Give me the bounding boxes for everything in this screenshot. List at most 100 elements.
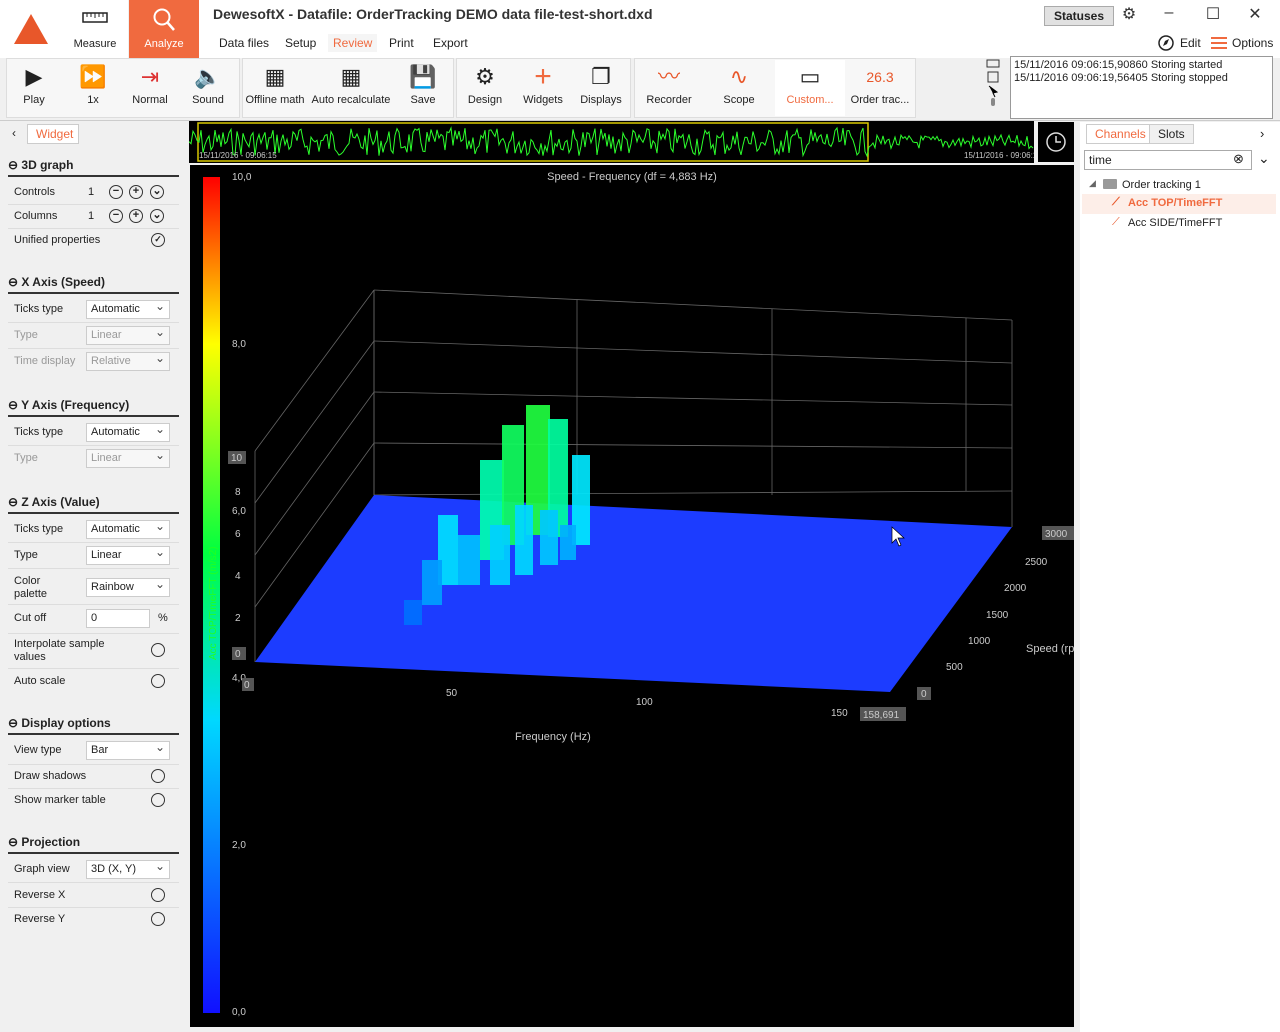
columns-dropdown-button[interactable]: ⌄: [150, 209, 164, 223]
clock-button[interactable]: [1038, 122, 1074, 162]
recorder-button[interactable]: 〰 Recorder: [638, 60, 700, 116]
controls-minus-button[interactable]: −: [109, 185, 123, 199]
offline-math-button[interactable]: ▦ Offline math: [244, 60, 306, 116]
maximize-icon[interactable]: ☐: [1201, 4, 1225, 24]
dewesoft-logo[interactable]: [0, 0, 62, 58]
tab-slots[interactable]: Slots: [1149, 124, 1194, 144]
gear-icon[interactable]: ⚙: [1117, 4, 1141, 24]
controls-plus-button[interactable]: +: [129, 185, 143, 199]
speed-button[interactable]: ⏩ 1x: [66, 60, 120, 116]
z-tick: 10: [231, 453, 243, 464]
controls-dropdown-button[interactable]: ⌄: [150, 185, 164, 199]
tab-channels[interactable]: Channels: [1086, 124, 1155, 144]
columns-value: 1: [88, 210, 95, 222]
color-palette-select[interactable]: Rainbow: [86, 577, 170, 597]
collapse-icon: ⊖: [8, 275, 22, 289]
menu-print[interactable]: Print: [384, 34, 419, 52]
close-icon[interactable]: ✕: [1243, 4, 1267, 24]
divider: [8, 882, 179, 883]
tree-item-acc-top[interactable]: ⟋ Acc TOP/TimeFFT: [1082, 194, 1276, 214]
x-tick: 50: [446, 688, 458, 699]
divider: [8, 228, 179, 229]
custom-display-button[interactable]: ▭ Custom...: [775, 60, 845, 116]
play-icon: ▶: [25, 64, 43, 89]
auto-recalculate-button[interactable]: ▦ Auto recalculate: [310, 60, 392, 116]
sound-button[interactable]: 🔈 Sound: [182, 60, 234, 116]
divider: [8, 604, 179, 605]
time-overview[interactable]: 15/11/2016 - 09:06:15 15/11/2016 - 09:06…: [188, 121, 1042, 163]
graph-view-select[interactable]: 3D (X, Y): [86, 859, 170, 879]
collapse-chevron-icon[interactable]: ‹: [12, 126, 16, 140]
play-button[interactable]: ▶ Play: [8, 60, 60, 116]
z-ticks-type-select[interactable]: Automatic: [86, 519, 170, 539]
x-tick: 150: [831, 708, 848, 719]
columns-plus-button[interactable]: +: [129, 209, 143, 223]
section-projection[interactable]: ⊖ Projection: [8, 835, 179, 854]
widget-tab[interactable]: Widget: [27, 124, 79, 144]
order-tracking-button[interactable]: 26.3 Order trac...: [847, 60, 913, 116]
cutoff-input[interactable]: 0: [86, 609, 150, 628]
terminal-icon: ▭: [799, 64, 821, 89]
section-display-options[interactable]: ⊖ Display options: [8, 716, 179, 735]
colorbar-tick: 8,0: [232, 339, 246, 350]
draw-shadows-radio[interactable]: [151, 769, 165, 783]
x-tick: 0: [244, 680, 250, 691]
scope-button[interactable]: ∿ Scope: [708, 60, 770, 116]
spectrum-bar: [458, 535, 480, 585]
chevron-down-icon[interactable]: ⌄: [1258, 150, 1270, 167]
tree-item-acc-side[interactable]: ⟋ Acc SIDE/TimeFFT: [1082, 214, 1276, 234]
edit-button[interactable]: Edit: [1180, 36, 1201, 50]
widgets-button[interactable]: + Widgets: [516, 60, 570, 116]
statuses-button[interactable]: Statuses: [1044, 6, 1114, 26]
folder-icon: [1103, 179, 1117, 189]
tree-group-order-tracking[interactable]: ◢ Order tracking 1: [1082, 176, 1276, 196]
collapse-icon: ⊖: [8, 495, 22, 509]
x-type-select[interactable]: Linear: [86, 325, 170, 345]
fft-channel-icon: ⟋: [1112, 216, 1120, 228]
3d-graph-widget[interactable]: 10,0 8,0 6,0 4,0 2,0 0,0 Speed - Frequen…: [190, 165, 1074, 1027]
options-button[interactable]: Options: [1232, 36, 1273, 50]
clear-search-icon[interactable]: ⊗: [1233, 151, 1244, 167]
interpolate-radio[interactable]: [151, 643, 165, 657]
displays-button[interactable]: ❐ Displays: [574, 60, 628, 116]
analyze-mode-button[interactable]: Analyze: [129, 0, 199, 58]
menu-export[interactable]: Export: [428, 34, 473, 52]
unified-properties-checkbox[interactable]: ✓: [151, 233, 165, 247]
channel-search-input[interactable]: time: [1084, 150, 1252, 170]
time-display-select[interactable]: Relative: [86, 351, 170, 371]
z-type-select[interactable]: Linear: [86, 545, 170, 565]
section-x-axis[interactable]: ⊖ X Axis (Speed): [8, 275, 179, 294]
measure-mode-button[interactable]: Measure: [62, 0, 128, 58]
menu-setup[interactable]: Setup: [280, 34, 321, 52]
calculator-icon: ▦: [264, 64, 286, 89]
gear-icon: ⚙: [475, 64, 495, 89]
divider: [8, 322, 179, 323]
reverse-x-radio[interactable]: [151, 888, 165, 902]
y-type-select[interactable]: Linear: [86, 448, 170, 468]
design-button[interactable]: ⚙ Design: [460, 60, 510, 116]
view-type-select[interactable]: Bar: [86, 740, 170, 760]
section-y-axis[interactable]: ⊖ Y Axis (Frequency): [8, 398, 179, 417]
minimize-icon[interactable]: –: [1157, 4, 1181, 22]
menu-review[interactable]: Review: [328, 34, 378, 52]
auto-scale-radio[interactable]: [151, 674, 165, 688]
columns-minus-button[interactable]: −: [109, 209, 123, 223]
menu-data-files[interactable]: Data files: [214, 34, 274, 52]
z-tick: 4: [235, 571, 241, 582]
section-z-axis[interactable]: ⊖ Z Axis (Value): [8, 495, 179, 514]
x-ticks-type-select[interactable]: Automatic: [86, 299, 170, 319]
section-3d-graph[interactable]: ⊖ 3D graph: [8, 158, 179, 177]
overview-end-time: 15/11/2016 - 09:06:19: [964, 151, 1034, 160]
reverse-x-label: Reverse X: [14, 889, 66, 901]
overview-waveform: 15/11/2016 - 09:06:15 15/11/2016 - 09:06…: [188, 122, 1042, 162]
color-palette-label: Color palette: [14, 575, 48, 600]
y-ticks-type-select[interactable]: Automatic: [86, 422, 170, 442]
y-tick: 1000: [968, 636, 991, 647]
x-ticks-type-label: Ticks type: [14, 303, 64, 315]
normal-button[interactable]: ⇥ Normal: [124, 60, 176, 116]
save-button[interactable]: 💾 Save: [398, 60, 448, 116]
x-type-label: Type: [14, 329, 38, 341]
show-marker-table-radio[interactable]: [151, 793, 165, 807]
reverse-y-radio[interactable]: [151, 912, 165, 926]
chevron-right-icon[interactable]: ›: [1260, 126, 1264, 141]
